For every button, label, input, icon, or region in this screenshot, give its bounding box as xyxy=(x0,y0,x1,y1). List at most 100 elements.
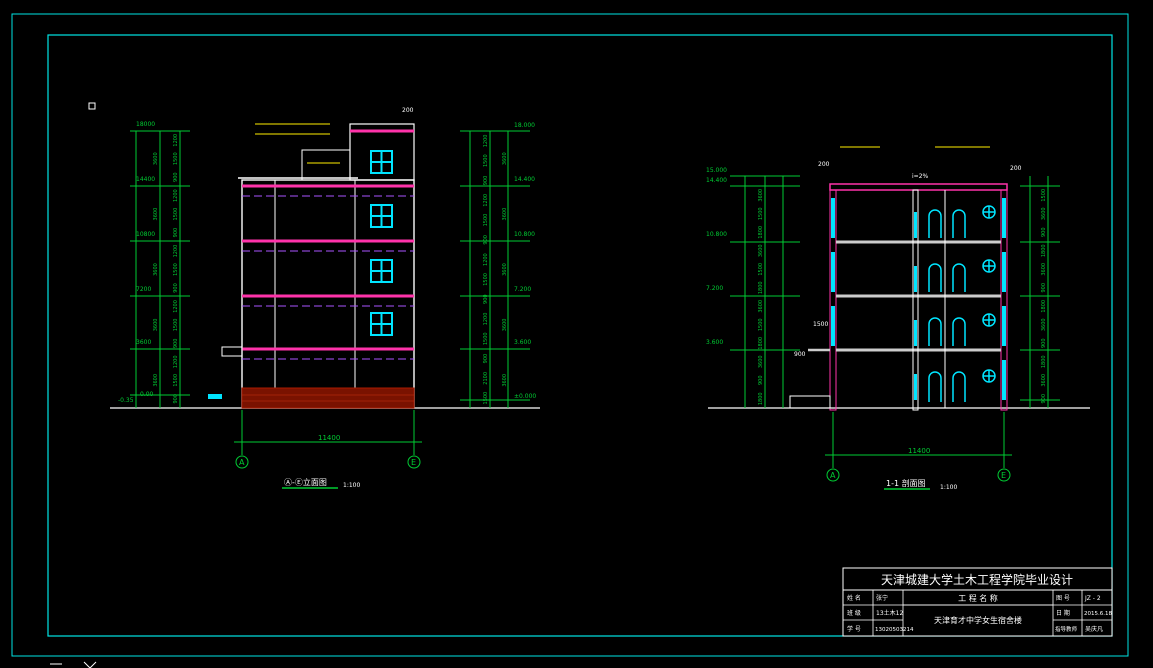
tb-key-date: 日 期 xyxy=(1056,609,1070,617)
window-3 xyxy=(370,259,393,283)
tb-key-drawing-no: 图 号 xyxy=(1056,595,1070,602)
sect-right-seg-9: 1800 xyxy=(1041,355,1047,368)
sect-left-seg-0: 3600 xyxy=(758,189,764,202)
elevation-level-3: 7200 xyxy=(136,286,151,293)
section-canopy-dim: 1500 xyxy=(813,321,828,328)
elevation-top-dim: 200 xyxy=(402,107,414,114)
elev-right-seg-5: 900 xyxy=(483,235,489,245)
elev-right-seg-11: 900 xyxy=(483,354,489,364)
elevation-right-dims xyxy=(460,130,530,408)
elevation-left-dims xyxy=(130,130,190,408)
section-right-dims xyxy=(1020,176,1060,408)
elev-right-total-1: 3600 xyxy=(502,208,508,221)
elev-left-total-1: 3600 xyxy=(153,208,159,221)
section-axis-a-label: A xyxy=(830,471,836,480)
elev-left-seg-12: 1200 xyxy=(173,355,179,368)
elev-right-total-3: 3600 xyxy=(502,319,508,332)
section-drawing xyxy=(708,146,1090,490)
sect-left-seg-10: 900 xyxy=(758,375,764,385)
elev-left-seg-6: 1200 xyxy=(173,245,179,258)
elev-right-seg-8: 900 xyxy=(483,294,489,304)
sect-right-seg-8: 900 xyxy=(1041,338,1047,348)
tb-val-drawing-no: JZ - 2 xyxy=(1084,595,1101,602)
elev-left-total-0: 3600 xyxy=(153,152,159,165)
section-level-2: 10.800 xyxy=(706,231,727,238)
tb-key-name: 姓 名 xyxy=(847,594,861,602)
sect-left-seg-5: 1800 xyxy=(758,281,764,294)
elevation-side-box xyxy=(221,346,243,357)
sect-right-seg-5: 900 xyxy=(1041,283,1047,293)
tb-val-class: 13土木12 xyxy=(876,609,903,617)
elevation-windows xyxy=(370,150,393,336)
sect-left-seg-3: 3600 xyxy=(758,244,764,257)
cad-drawing-canvas[interactable]: 11400 A E Ⓐ-Ⓔ立面图 1:100 200 18000 14400 1… xyxy=(0,0,1153,668)
elevation-axis-e-label: E xyxy=(411,458,416,467)
section-level-0: 15.000 xyxy=(706,167,727,174)
section-level-4: 3.600 xyxy=(706,339,723,346)
tb-key-class: 班 级 xyxy=(847,609,861,617)
elevation-building-outline xyxy=(241,179,415,409)
tb-key-advisor: 指导教师 xyxy=(1055,625,1078,633)
section-axis-e-label: E xyxy=(1001,471,1006,480)
elevation-brick-base xyxy=(241,387,415,409)
elev-left-total-3: 3600 xyxy=(153,319,159,332)
sect-right-seg-2: 900 xyxy=(1041,227,1047,237)
elev-left-total-2: 3600 xyxy=(153,263,159,276)
elev-right-total-4: 3600 xyxy=(502,374,508,387)
tb-val-advisor: 吴庆凡 xyxy=(1085,625,1103,633)
elev-left-seg-10: 1500 xyxy=(173,319,179,332)
elevation-level-1: 14400 xyxy=(136,176,155,183)
grip-square-icon xyxy=(88,102,96,110)
elev-left-seg-14: 900 xyxy=(173,394,179,404)
section-scale: 1:100 xyxy=(940,484,957,491)
section-doors xyxy=(928,209,966,402)
tb-key-id: 学 号 xyxy=(847,625,861,633)
elev-right-seg-10: 1500 xyxy=(483,332,489,345)
elev-right-seg-12: 2100 xyxy=(483,372,489,385)
section-roof-slab xyxy=(829,183,1008,191)
elevation-level-2: 10800 xyxy=(136,231,155,238)
outer-frame xyxy=(11,13,1129,657)
section-door-dim: 900 xyxy=(794,351,806,358)
elev-right-total-2: 3600 xyxy=(502,263,508,276)
elevation-entrance-canopy xyxy=(208,394,222,399)
elevation-axis-a-label: A xyxy=(239,458,245,467)
elev-right-seg-9: 1200 xyxy=(483,313,489,326)
sect-right-seg-4: 3600 xyxy=(1041,263,1047,276)
sect-left-seg-2: 1800 xyxy=(758,226,764,239)
sect-right-seg-0: 1500 xyxy=(1041,189,1047,202)
sect-right-seg-11: 900 xyxy=(1041,394,1047,404)
elevation-roof-box xyxy=(301,149,351,181)
sect-left-seg-9: 3600 xyxy=(758,355,764,368)
window-4 xyxy=(370,312,393,336)
elev-right-total-0: 3600 xyxy=(502,152,508,165)
section-width-dim: 11400 xyxy=(908,447,930,455)
sect-right-seg-3: 1800 xyxy=(1041,244,1047,257)
title-block-school: 天津城建大学土木工程学院毕业设计 xyxy=(881,572,1073,587)
elev-right-seg-13: 1500 xyxy=(483,392,489,405)
title-block-project-name: 天津育才中学女生宿舍楼 xyxy=(934,615,1022,625)
elev-right-seg-0: 1200 xyxy=(483,135,489,148)
elevation-width-dim: 11400 xyxy=(318,434,340,442)
section-texts: 11400 A E 1-1 剖面图 1:100 200 200 i=2% 15.… xyxy=(706,161,1022,491)
elevation-rlevel-0: 18.000 xyxy=(514,122,535,129)
section-roof-label: i=2% xyxy=(912,173,929,180)
elevation-segment-labels: 1200 1500 900 1200 1500 900 1200 1500 900 1200 150… xyxy=(153,134,508,405)
elevation-rlevel-4: 3.600 xyxy=(514,339,531,346)
window-2 xyxy=(370,204,393,228)
elevation-floor-bands xyxy=(242,129,414,351)
tb-val-name: 张宁 xyxy=(876,594,888,602)
ucs-axis-icon xyxy=(50,661,97,668)
tb-val-date: 2015.6.18 xyxy=(1084,611,1112,617)
elevation-rlevel-1: 14.400 xyxy=(514,176,535,183)
elev-left-seg-4: 1500 xyxy=(173,208,179,221)
sect-right-seg-1: 3600 xyxy=(1041,207,1047,220)
sect-right-seg-7: 3600 xyxy=(1041,318,1047,331)
elevation-title: Ⓐ-Ⓔ立面图 xyxy=(284,477,327,487)
elev-left-seg-1: 1500 xyxy=(173,152,179,165)
section-title: 1-1 剖面图 xyxy=(886,478,926,488)
section-top-dim-right: 200 xyxy=(1010,165,1022,172)
elev-left-seg-0: 1200 xyxy=(173,134,179,147)
elev-left-total-4: 3600 xyxy=(153,374,159,387)
elevation-level-5: 0.00 xyxy=(140,391,154,398)
